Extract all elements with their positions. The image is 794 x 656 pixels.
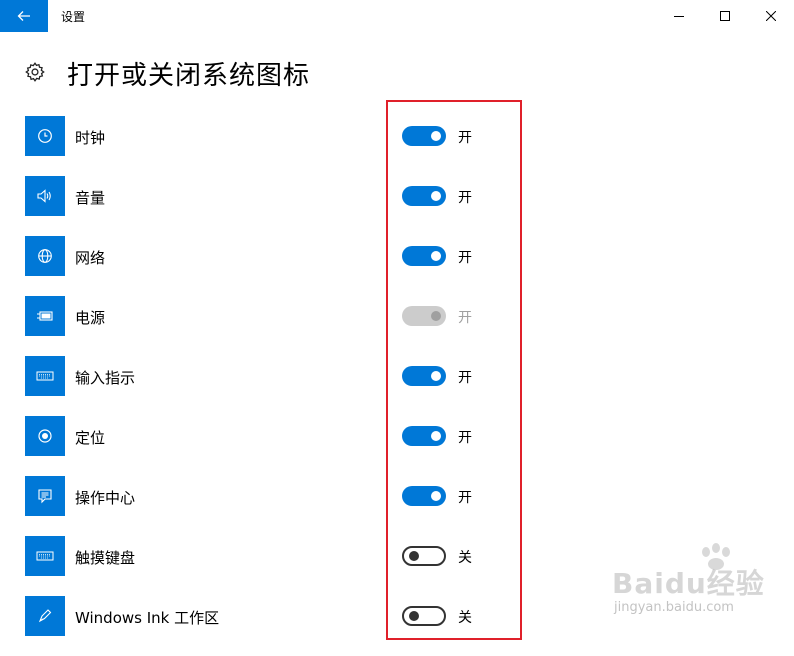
toggle-knob <box>431 491 441 501</box>
toggle-state: 开 <box>458 250 472 266</box>
toggle-knob <box>431 131 441 141</box>
toggle-knob <box>431 431 441 441</box>
item-tile <box>25 416 65 456</box>
item-tile <box>25 296 65 336</box>
back-arrow-icon <box>17 11 30 21</box>
item-label: 操作中心 <box>75 489 136 507</box>
toggle-knob <box>431 311 441 321</box>
toggle-knob <box>409 611 419 621</box>
item-tile <box>25 116 65 156</box>
pen-icon <box>38 609 52 623</box>
input-indicator-toggle[interactable] <box>402 366 446 386</box>
globe-icon <box>38 249 52 263</box>
list-item: 音量 开 <box>0 176 794 236</box>
toggle-state: 开 <box>458 430 472 446</box>
maximize-button[interactable] <box>702 0 748 32</box>
keyboard-icon <box>36 551 54 561</box>
item-label: Windows Ink 工作区 <box>75 609 220 627</box>
location-icon <box>38 429 52 443</box>
power-toggle[interactable] <box>402 306 446 326</box>
toggle-state: 开 <box>458 490 472 506</box>
gear-icon <box>25 62 45 82</box>
item-tile <box>25 596 65 636</box>
network-toggle[interactable] <box>402 246 446 266</box>
windows-ink-toggle[interactable] <box>402 606 446 626</box>
close-button[interactable] <box>748 0 794 32</box>
toggle-knob <box>431 251 441 261</box>
item-label: 时钟 <box>75 129 106 147</box>
keyboard-icon <box>36 371 54 381</box>
item-tile <box>25 176 65 216</box>
toggle-knob <box>431 191 441 201</box>
minimize-button[interactable] <box>656 0 702 32</box>
list-item: 触摸键盘 关 <box>0 536 794 596</box>
close-icon <box>766 11 776 21</box>
list-item: 时钟 开 <box>0 116 794 176</box>
clock-icon <box>38 129 52 143</box>
toggle-state: 开 <box>458 310 472 326</box>
clock-toggle[interactable] <box>402 126 446 146</box>
item-label: 电源 <box>75 309 106 327</box>
toggle-state: 开 <box>458 190 472 206</box>
item-label: 输入指示 <box>75 369 136 387</box>
back-button[interactable] <box>0 0 48 32</box>
item-label: 音量 <box>75 189 106 207</box>
item-label: 定位 <box>75 429 106 447</box>
toggle-state: 关 <box>458 550 472 566</box>
toggle-state: 关 <box>458 610 472 626</box>
list-item: 输入指示 开 <box>0 356 794 416</box>
toggle-state: 开 <box>458 370 472 386</box>
location-toggle[interactable] <box>402 426 446 446</box>
list-item: 网络 开 <box>0 236 794 296</box>
toggle-state: 开 <box>458 130 472 146</box>
list-item: Windows Ink 工作区 关 <box>0 596 794 656</box>
volume-icon <box>37 189 51 203</box>
battery-icon <box>37 311 53 321</box>
list-item: 电源 开 <box>0 296 794 356</box>
item-tile <box>25 356 65 396</box>
action-center-icon <box>38 489 52 504</box>
item-label: 触摸键盘 <box>75 549 136 567</box>
page-title: 打开或关闭系统图标 <box>67 61 311 91</box>
list-item: 定位 开 <box>0 416 794 476</box>
toggle-knob <box>409 551 419 561</box>
volume-toggle[interactable] <box>402 186 446 206</box>
minimize-icon <box>674 16 684 17</box>
touch-keyboard-toggle[interactable] <box>402 546 446 566</box>
item-tile <box>25 536 65 576</box>
list-item: 操作中心 开 <box>0 476 794 536</box>
title-bar: 设置 <box>0 0 794 32</box>
window-title: 设置 <box>61 10 86 24</box>
toggle-knob <box>431 371 441 381</box>
item-label: 网络 <box>75 249 106 267</box>
item-tile <box>25 476 65 516</box>
maximize-icon <box>720 11 730 21</box>
action-center-toggle[interactable] <box>402 486 446 506</box>
item-tile <box>25 236 65 276</box>
